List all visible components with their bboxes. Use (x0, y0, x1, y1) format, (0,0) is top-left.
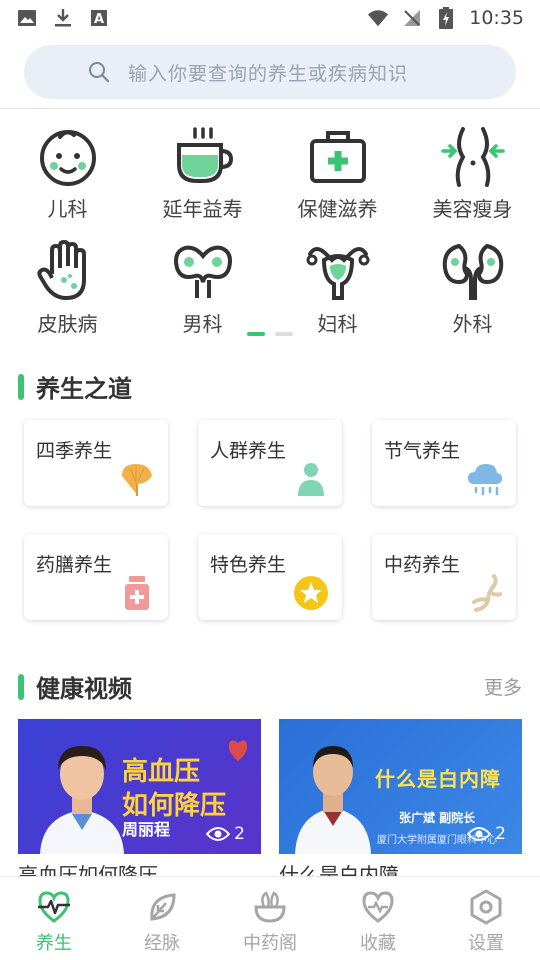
health-card-label: 中药养生 (384, 554, 461, 576)
health-card-solar-terms[interactable]: 节气养生 (372, 420, 516, 506)
rain-cloud-icon (468, 464, 503, 496)
category-beauty-slim[interactable]: 美容瘦身 (405, 125, 540, 222)
eye-icon (206, 827, 231, 841)
health-card-label: 四季养生 (36, 440, 113, 462)
nav-label: 中药阁 (243, 933, 297, 954)
waist-slim-icon (440, 127, 505, 187)
svg-text:A: A (94, 12, 104, 27)
category-label: 外科 (452, 312, 493, 336)
category-label: 延年益寿 (162, 197, 243, 221)
video-views: 2 (206, 824, 245, 844)
category-health-care[interactable]: 保健滋养 (270, 125, 405, 222)
section-header-health-way: 养生之道 (18, 369, 132, 404)
star-badge-icon (294, 576, 328, 610)
nav-item-favorites[interactable]: 收藏 (324, 877, 432, 960)
video-views: 2 (467, 824, 506, 844)
category-label: 皮肤病 (37, 312, 98, 336)
bottom-nav: 养生 经脉 中药阁 收藏 设置 (0, 876, 540, 960)
search-icon (89, 62, 110, 83)
person-icon (298, 463, 324, 496)
heartbeat-icon (38, 891, 70, 923)
herb-bowl-icon (254, 891, 286, 923)
heart-organ-icon (228, 740, 248, 761)
video-thumb-name: 张广斌 副院长 (399, 811, 476, 825)
video-card[interactable]: 什么是白内障 张广斌 副院长 厦门大学附属厦门眼科中心 2 (279, 719, 522, 854)
doctor-portrait (40, 746, 124, 854)
male-organ-icon (173, 245, 232, 298)
battery-charging-icon (435, 7, 457, 29)
heart-outline-icon (362, 891, 394, 923)
section-title: 养生之道 (36, 375, 132, 403)
category-gynecology[interactable]: 妇科 (270, 240, 405, 337)
section-title: 健康视频 (36, 675, 132, 703)
health-card-special[interactable]: 特色养生 (198, 534, 342, 620)
divider (0, 108, 540, 109)
medicine-bottle-icon (125, 576, 149, 610)
nav-item-health[interactable]: 养生 (0, 877, 108, 960)
category-label: 美容瘦身 (432, 197, 513, 221)
font-notification-icon: A (88, 7, 110, 29)
ginseng-root-icon (472, 574, 502, 612)
category-label: 保健滋养 (297, 197, 378, 221)
page-indicator (247, 332, 293, 336)
image-notification-icon (16, 7, 38, 29)
settings-hexagon-icon (470, 889, 502, 925)
nav-item-settings[interactable]: 设置 (432, 877, 540, 960)
nav-label: 养生 (36, 933, 72, 954)
video-thumb-name: 周丽程 (122, 820, 171, 839)
category-label: 儿科 (47, 197, 88, 221)
ginkgo-leaf-icon (122, 464, 152, 496)
hand-skin-icon (36, 240, 86, 300)
nav-label: 收藏 (360, 933, 396, 954)
status-bar: A 10:35 (0, 0, 540, 36)
no-signal-icon (401, 7, 423, 29)
category-pediatrics[interactable]: 儿科 (0, 125, 135, 222)
health-card-seasons[interactable]: 四季养生 (24, 420, 168, 506)
page-dot-active (247, 332, 265, 336)
more-videos-link[interactable]: 更多 (484, 673, 522, 700)
category-andrology[interactable]: 男科 (135, 240, 270, 337)
tea-cup-icon (176, 127, 233, 183)
eye-icon (467, 827, 492, 841)
first-aid-kit-icon (309, 131, 366, 183)
section-accent-bar (18, 373, 24, 400)
child-face-icon (39, 130, 96, 186)
video-caption[interactable]: 高血压如何降压 (18, 862, 261, 876)
wifi-icon (367, 7, 389, 29)
leaf-icon (150, 893, 176, 921)
doctor-portrait (295, 746, 371, 854)
video-card[interactable]: 高血压 如何降压 周丽程 2 (18, 719, 261, 854)
category-longevity[interactable]: 延年益寿 (135, 125, 270, 222)
search-placeholder: 输入你要查询的养生或疾病知识 (128, 62, 409, 85)
nav-item-herbs[interactable]: 中药阁 (216, 877, 324, 960)
nav-label: 经脉 (144, 933, 180, 954)
nav-item-meridians[interactable]: 经脉 (108, 877, 216, 960)
kidney-icon (442, 243, 503, 300)
nav-label: 设置 (468, 933, 504, 954)
section-header-videos: 健康视频 (18, 669, 132, 704)
category-dermatology[interactable]: 皮肤病 (0, 240, 135, 337)
health-card-label: 节气养生 (384, 440, 461, 462)
health-card-medicinal-diet[interactable]: 药膳养生 (24, 534, 168, 620)
section-accent-bar (18, 673, 24, 700)
health-card-herbal[interactable]: 中药养生 (372, 534, 516, 620)
video-caption[interactable]: 什么是白内障 (279, 862, 522, 876)
page-dot (275, 332, 293, 336)
video-thumb-title: 高血压 如何降压 (122, 757, 227, 821)
download-notification-icon (52, 7, 74, 29)
uterus-icon (306, 247, 369, 300)
category-surgery[interactable]: 外科 (405, 240, 540, 337)
status-time: 10:35 (469, 7, 524, 29)
health-card-crowd[interactable]: 人群养生 (198, 420, 342, 506)
video-thumb-title: 什么是白内障 (375, 767, 501, 791)
health-card-label: 药膳养生 (36, 554, 113, 576)
health-card-label: 人群养生 (210, 440, 287, 462)
health-card-label: 特色养生 (210, 554, 287, 576)
